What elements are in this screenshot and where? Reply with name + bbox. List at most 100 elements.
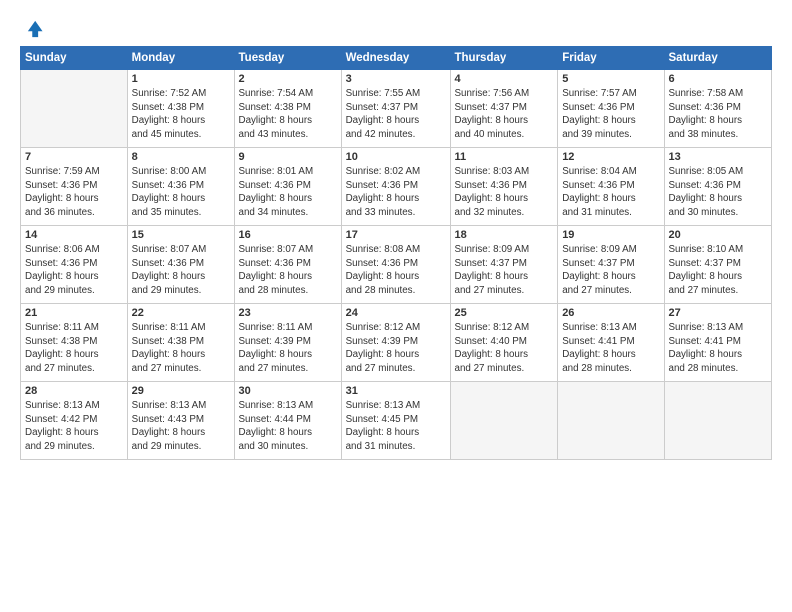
day-number: 16 [239,229,337,241]
day-number: 27 [669,307,768,319]
day-number: 7 [25,151,123,163]
day-detail: Sunrise: 7:55 AM Sunset: 4:37 PM Dayligh… [346,87,446,142]
day-number: 10 [346,151,446,163]
calendar-day: 14 Sunrise: 8:06 AM Sunset: 4:36 PM Dayli… [21,226,128,304]
calendar-day: 16 Sunrise: 8:07 AM Sunset: 4:36 PM Dayli… [234,226,341,304]
day-detail: Sunrise: 8:13 AM Sunset: 4:41 PM Dayligh… [669,321,768,376]
day-detail: Sunrise: 8:12 AM Sunset: 4:39 PM Dayligh… [346,321,446,376]
day-number: 17 [346,229,446,241]
day-number: 30 [239,385,337,397]
day-number: 3 [346,73,446,85]
calendar-day: 3 Sunrise: 7:55 AM Sunset: 4:37 PM Daylig… [341,70,450,148]
calendar-week-1: 7 Sunrise: 7:59 AM Sunset: 4:36 PM Daylig… [21,148,772,226]
day-number: 8 [132,151,230,163]
calendar-day: 19 Sunrise: 8:09 AM Sunset: 4:37 PM Dayli… [558,226,664,304]
calendar-day [664,382,772,460]
day-number: 26 [562,307,659,319]
calendar-week-3: 21 Sunrise: 8:11 AM Sunset: 4:38 PM Dayli… [21,304,772,382]
calendar-day: 21Sunrise: 8:11 AM Sunset: 4:38 PM Dayli… [21,304,128,382]
day-detail: Sunrise: 8:13 AM Sunset: 4:41 PM Dayligh… [562,321,659,376]
day-number: 19 [562,229,659,241]
day-detail: Sunrise: 8:11 AM Sunset: 4:38 PM Dayligh… [132,321,230,376]
day-detail: Sunrise: 8:11 AM Sunset: 4:39 PM Dayligh… [239,321,337,376]
day-detail: Sunrise: 7:57 AM Sunset: 4:36 PM Dayligh… [562,87,659,142]
header [20,18,772,40]
day-number: 25 [455,307,554,319]
day-number: 12 [562,151,659,163]
day-detail: Sunrise: 8:13 AM Sunset: 4:45 PM Dayligh… [346,399,446,454]
day-number: 22 [132,307,230,319]
calendar-day: 29 Sunrise: 8:13 AM Sunset: 4:43 PM Dayli… [127,382,234,460]
day-number: 6 [669,73,768,85]
day-number: 18 [455,229,554,241]
day-number: 31 [346,385,446,397]
calendar-header-friday: Friday [558,47,664,70]
calendar-day [450,382,558,460]
day-number: 2 [239,73,337,85]
day-number: 29 [132,385,230,397]
day-detail: Sunrise: 8:07 AM Sunset: 4:36 PM Dayligh… [239,243,337,298]
calendar-day: 31 Sunrise: 8:13 AM Sunset: 4:45 PM Dayli… [341,382,450,460]
calendar-day: 20Sunrise: 8:10 AM Sunset: 4:37 PM Dayli… [664,226,772,304]
logo [20,18,44,40]
calendar-header-sunday: Sunday [21,47,128,70]
page: SundayMondayTuesdayWednesdayThursdayFrid… [0,0,792,612]
day-number: 9 [239,151,337,163]
day-detail: Sunrise: 8:05 AM Sunset: 4:36 PM Dayligh… [669,165,768,220]
calendar-day: 10 Sunrise: 8:02 AM Sunset: 4:36 PM Dayli… [341,148,450,226]
calendar-day: 22 Sunrise: 8:11 AM Sunset: 4:38 PM Dayli… [127,304,234,382]
calendar-day: 6 Sunrise: 7:58 AM Sunset: 4:36 PM Daylig… [664,70,772,148]
calendar-week-2: 14 Sunrise: 8:06 AM Sunset: 4:36 PM Dayli… [21,226,772,304]
day-number: 4 [455,73,554,85]
calendar-day [21,70,128,148]
day-detail: Sunrise: 8:03 AM Sunset: 4:36 PM Dayligh… [455,165,554,220]
day-detail: Sunrise: 8:13 AM Sunset: 4:42 PM Dayligh… [25,399,123,454]
day-detail: Sunrise: 8:13 AM Sunset: 4:43 PM Dayligh… [132,399,230,454]
day-detail: Sunrise: 8:09 AM Sunset: 4:37 PM Dayligh… [562,243,659,298]
calendar-day [558,382,664,460]
calendar-day: 1 Sunrise: 7:52 AM Sunset: 4:38 PM Daylig… [127,70,234,148]
calendar-day: 18 Sunrise: 8:09 AM Sunset: 4:37 PM Dayli… [450,226,558,304]
day-detail: Sunrise: 8:08 AM Sunset: 4:36 PM Dayligh… [346,243,446,298]
calendar-day: 30 Sunrise: 8:13 AM Sunset: 4:44 PM Dayli… [234,382,341,460]
calendar-header-tuesday: Tuesday [234,47,341,70]
day-detail: Sunrise: 8:13 AM Sunset: 4:44 PM Dayligh… [239,399,337,454]
logo-icon [22,18,44,40]
day-detail: Sunrise: 7:58 AM Sunset: 4:36 PM Dayligh… [669,87,768,142]
calendar-day: 12Sunrise: 8:04 AM Sunset: 4:36 PM Dayli… [558,148,664,226]
day-number: 14 [25,229,123,241]
day-detail: Sunrise: 7:59 AM Sunset: 4:36 PM Dayligh… [25,165,123,220]
day-detail: Sunrise: 8:12 AM Sunset: 4:40 PM Dayligh… [455,321,554,376]
calendar-header-row: SundayMondayTuesdayWednesdayThursdayFrid… [21,47,772,70]
day-detail: Sunrise: 7:52 AM Sunset: 4:38 PM Dayligh… [132,87,230,142]
calendar-day: 5Sunrise: 7:57 AM Sunset: 4:36 PM Daylig… [558,70,664,148]
calendar-day: 24Sunrise: 8:12 AM Sunset: 4:39 PM Dayli… [341,304,450,382]
calendar-day: 27 Sunrise: 8:13 AM Sunset: 4:41 PM Dayli… [664,304,772,382]
calendar-day: 23 Sunrise: 8:11 AM Sunset: 4:39 PM Dayli… [234,304,341,382]
day-detail: Sunrise: 8:01 AM Sunset: 4:36 PM Dayligh… [239,165,337,220]
calendar: SundayMondayTuesdayWednesdayThursdayFrid… [20,46,772,460]
day-number: 1 [132,73,230,85]
calendar-day: 7 Sunrise: 7:59 AM Sunset: 4:36 PM Daylig… [21,148,128,226]
calendar-day: 4Sunrise: 7:56 AM Sunset: 4:37 PM Daylig… [450,70,558,148]
day-number: 20 [669,229,768,241]
calendar-day: 11 Sunrise: 8:03 AM Sunset: 4:36 PM Dayli… [450,148,558,226]
day-number: 13 [669,151,768,163]
day-number: 23 [239,307,337,319]
calendar-header-monday: Monday [127,47,234,70]
calendar-day: 25 Sunrise: 8:12 AM Sunset: 4:40 PM Dayli… [450,304,558,382]
day-number: 11 [455,151,554,163]
calendar-week-0: 1 Sunrise: 7:52 AM Sunset: 4:38 PM Daylig… [21,70,772,148]
day-number: 21 [25,307,123,319]
calendar-day: 2Sunrise: 7:54 AM Sunset: 4:38 PM Daylig… [234,70,341,148]
day-detail: Sunrise: 8:09 AM Sunset: 4:37 PM Dayligh… [455,243,554,298]
calendar-day: 28Sunrise: 8:13 AM Sunset: 4:42 PM Dayli… [21,382,128,460]
calendar-day: 26 Sunrise: 8:13 AM Sunset: 4:41 PM Dayli… [558,304,664,382]
calendar-day: 9 Sunrise: 8:01 AM Sunset: 4:36 PM Daylig… [234,148,341,226]
day-detail: Sunrise: 8:06 AM Sunset: 4:36 PM Dayligh… [25,243,123,298]
day-detail: Sunrise: 8:02 AM Sunset: 4:36 PM Dayligh… [346,165,446,220]
day-number: 15 [132,229,230,241]
calendar-header-thursday: Thursday [450,47,558,70]
calendar-day: 8Sunrise: 8:00 AM Sunset: 4:36 PM Daylig… [127,148,234,226]
calendar-header-wednesday: Wednesday [341,47,450,70]
